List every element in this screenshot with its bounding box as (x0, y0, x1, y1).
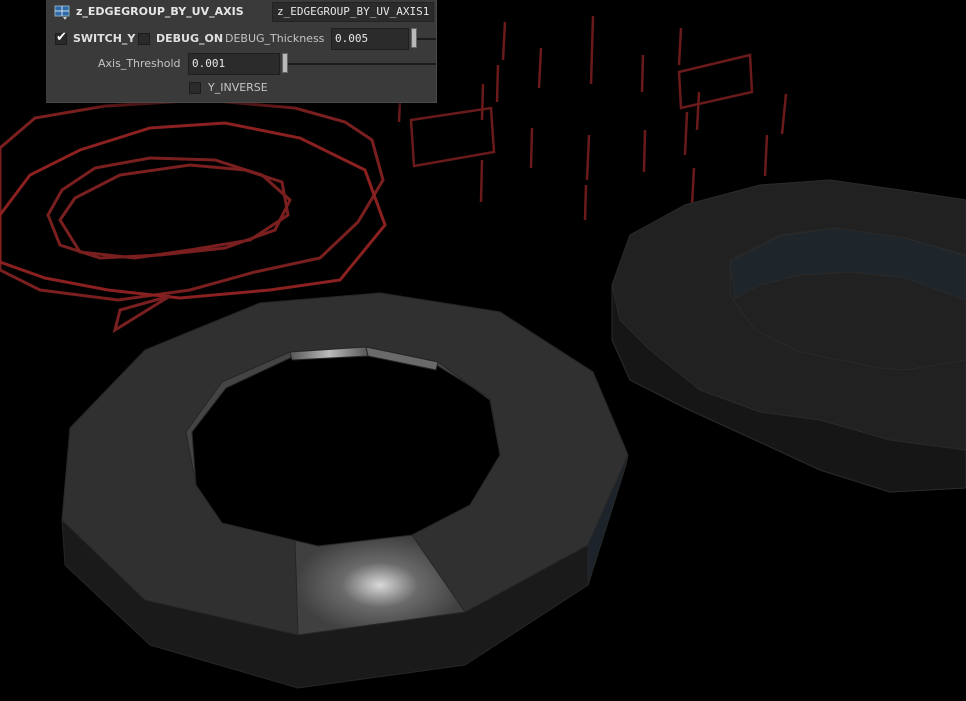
debug-wire-overlay (0, 98, 387, 334)
axis-threshold-slider-track[interactable] (283, 63, 436, 65)
y-inverse-checkbox[interactable] (189, 82, 201, 94)
node-type-label: z_EDGEGROUP_BY_UV_AXIS (76, 5, 244, 18)
node-type-icon[interactable] (54, 4, 72, 20)
debug-thickness-field[interactable]: 0.005 (331, 28, 409, 50)
debug-thickness-label: DEBUG_Thickness (225, 32, 325, 45)
switch-y-label: SWITCH_Y (73, 32, 136, 45)
axis-threshold-slider-handle[interactable] (282, 53, 288, 73)
debug-thickness-slider-handle[interactable] (411, 28, 417, 48)
checkmark-icon: ✔ (56, 30, 67, 45)
viewport-3d[interactable] (0, 0, 966, 701)
mesh-torus-right (611, 179, 966, 493)
debug-on-checkbox[interactable] (138, 33, 150, 45)
switch-y-checkbox[interactable]: ✔ (55, 30, 67, 45)
y-inverse-label: Y_INVERSE (208, 81, 268, 94)
parameter-panel: z_EDGEGROUP_BY_UV_AXIS z_EDGEGROUP_BY_UV… (46, 0, 437, 103)
debug-lines (397, 15, 788, 221)
node-header: z_EDGEGROUP_BY_UV_AXIS z_EDGEGROUP_BY_UV… (46, 0, 436, 24)
debug-on-label: DEBUG_ON (156, 32, 224, 45)
axis-threshold-label: Axis_Threshold (98, 57, 181, 70)
node-name-field[interactable]: z_EDGEGROUP_BY_UV_AXIS1 (272, 2, 434, 22)
axis-threshold-field[interactable]: 0.001 (188, 53, 280, 75)
mesh-torus-left (61, 292, 629, 689)
